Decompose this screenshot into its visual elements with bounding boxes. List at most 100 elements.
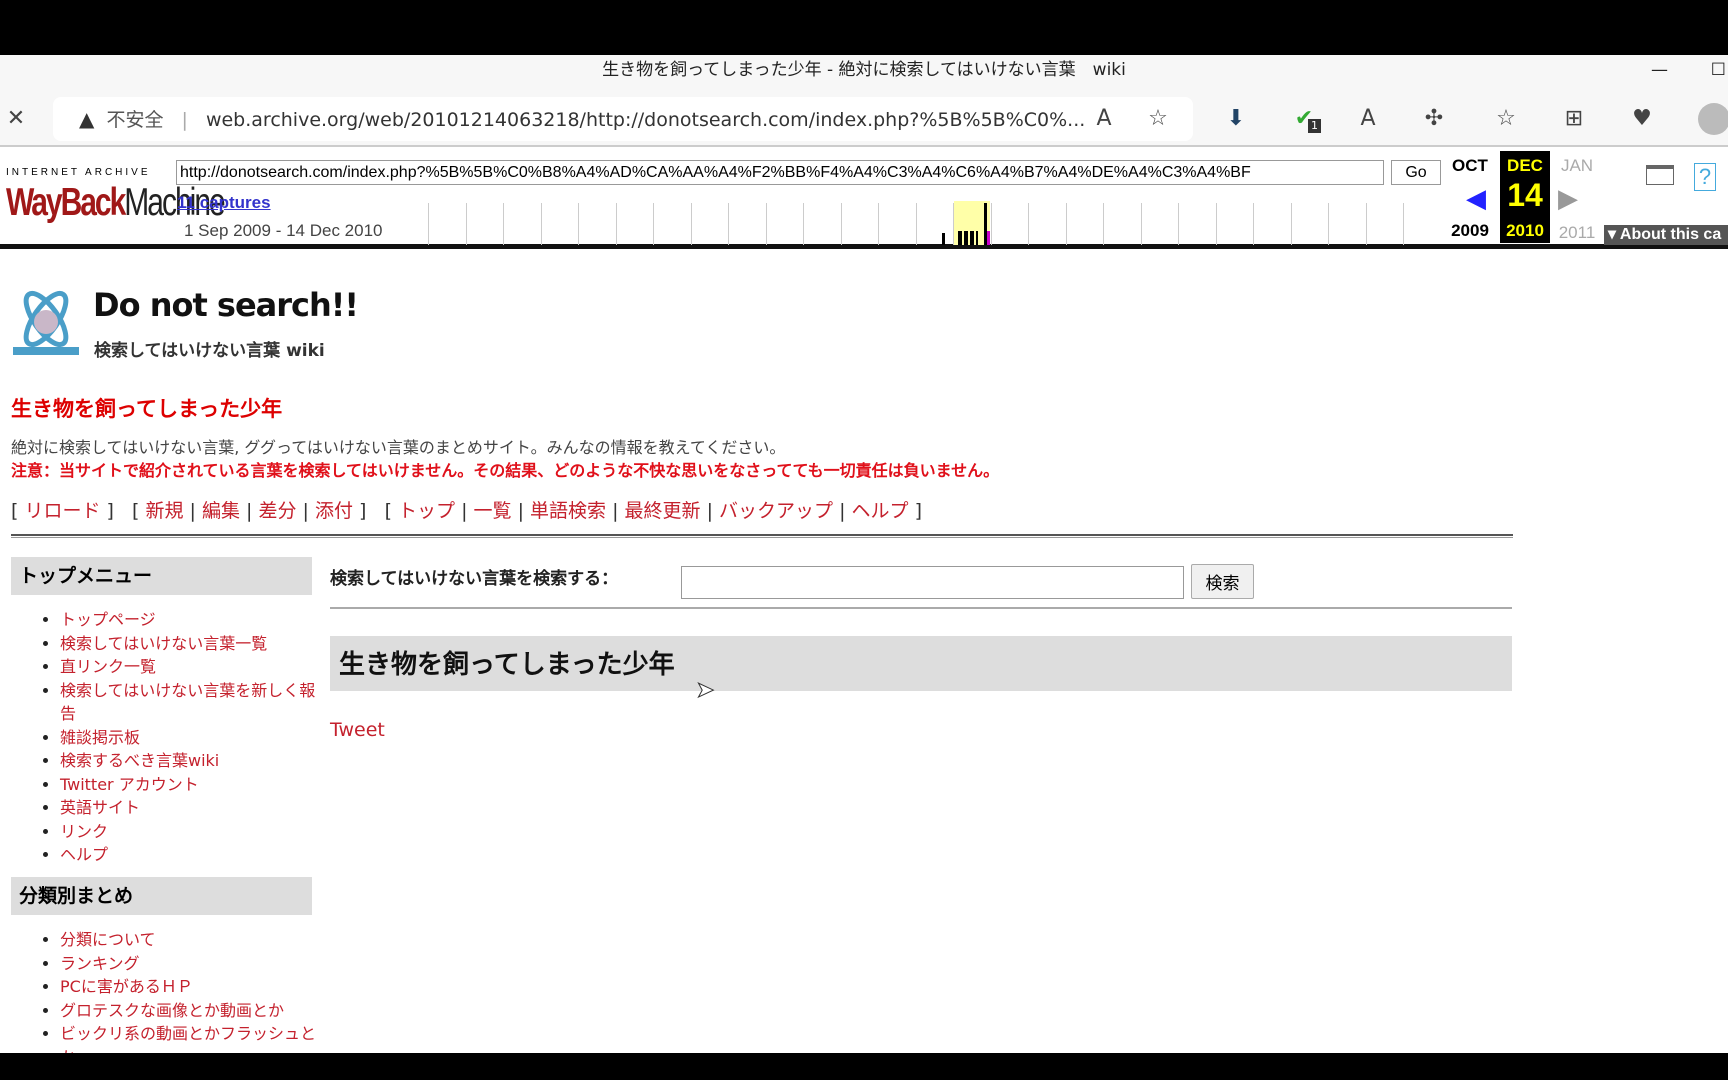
sidebar-item[interactable]: ヘルプ <box>60 843 318 867</box>
sidebar-item[interactable]: 検索してはいけない言葉一覧 <box>60 632 318 656</box>
address-bar[interactable]: ▲ 不安全 | web.archive.org/web/201012140632… <box>53 97 1193 141</box>
security-label: 不安全 <box>106 109 164 131</box>
screenshot-icon[interactable] <box>1646 165 1674 185</box>
next-arrow-icon: ▶ <box>1558 183 1578 213</box>
close-icon[interactable]: ✕ <box>0 103 32 135</box>
captures-link[interactable]: 11 captures <box>177 193 271 213</box>
sidebar-category-heading: 分類別まとめ <box>11 877 312 915</box>
sidebar-link[interactable]: Twitter アカウント <box>60 775 199 794</box>
nav-list[interactable]: 一覧 <box>474 500 512 522</box>
sidebar-item[interactable]: ビックリ系の動画とかフラッシュとか <box>60 1022 318 1053</box>
sidebar-link[interactable]: 検索するべき言葉wiki <box>60 751 219 770</box>
sidebar-item[interactable]: 検索してはいけない言葉を新しく報告 <box>60 679 318 726</box>
sidebar-item[interactable]: 英語サイト <box>60 796 318 820</box>
nav-reload[interactable]: リロード <box>24 500 100 522</box>
translate-icon[interactable]: A <box>1352 103 1384 135</box>
sidebar-link[interactable]: PCに害があるＨＰ <box>60 977 193 996</box>
sparkline-gridline <box>915 203 917 245</box>
wayback-url-input[interactable]: http://donotsearch.com/index.php?%5B%5B%… <box>176 160 1384 185</box>
page-title[interactable]: 生き物を飼ってしまった少年 <box>11 393 282 423</box>
sidebar-item[interactable]: 直リンク一覧 <box>60 655 318 679</box>
site-warning: 注意：当サイトで紹介されている言葉を検索してはいけません。その結果、どのような不… <box>11 461 1000 480</box>
sparkline-gridline <box>728 203 729 245</box>
sparkline-gridline <box>1365 203 1367 245</box>
sparkline-gridline <box>1028 203 1029 245</box>
sidebar-link[interactable]: 分類について <box>60 930 156 949</box>
sidebar-item[interactable]: Twitter アカウント <box>60 773 318 797</box>
read-aloud-icon[interactable]: A <box>1088 103 1120 135</box>
tweet-link[interactable]: Tweet <box>330 719 385 741</box>
collections-icon[interactable]: ⊞ <box>1558 103 1590 135</box>
next-month: JAN <box>1560 156 1594 175</box>
profile-icon[interactable] <box>1698 103 1728 135</box>
prev-year[interactable]: 2009 <box>1448 221 1492 241</box>
page-nav: [ リロード ] [ 新規 | 編集 | 差分 | 添付 ] [ トップ | 一… <box>11 500 923 522</box>
sparkline-gridline <box>1140 203 1142 245</box>
help-icon[interactable]: ? <box>1694 163 1716 191</box>
minimize-button[interactable]: — <box>1651 55 1668 85</box>
health-icon[interactable]: ♥ <box>1626 103 1658 135</box>
sparkline-gridline <box>1290 203 1292 245</box>
about-capture-button[interactable]: ▾ About this ca <box>1604 225 1728 245</box>
sparkline-gridline <box>653 203 654 245</box>
sparkline-gridline <box>503 203 504 245</box>
prev-month[interactable]: OCT <box>1448 156 1492 176</box>
shield-extension-icon[interactable]: ✔ 1 <box>1288 103 1321 135</box>
window-title: 生き物を飼ってしまった少年 - 絶対に検索してはいけない言葉 wiki <box>602 60 1126 80</box>
nav-attach[interactable]: 添付 <box>315 500 353 522</box>
sidebar-link[interactable]: 検索してはいけない言葉を新しく報告 <box>60 681 315 724</box>
content-heading: 生き物を飼ってしまった少年 <box>330 636 1512 691</box>
go-button[interactable]: Go <box>1391 160 1441 185</box>
sidebar-link[interactable]: トップページ <box>60 610 156 629</box>
search-button[interactable]: 検索 <box>1191 564 1254 599</box>
sidebar-link[interactable]: ランキング <box>60 954 140 973</box>
sparkline-gridline <box>840 203 842 245</box>
nav-help[interactable]: ヘルプ <box>852 500 909 522</box>
sidebar-link[interactable]: 英語サイト <box>60 798 140 817</box>
extensions-icon[interactable]: ✣ <box>1418 103 1450 135</box>
sparkline-gridline <box>578 203 579 245</box>
add-favorite-icon[interactable]: ☆ <box>1142 103 1174 135</box>
sidebar-link[interactable]: グロテスクな画像とか動画とか <box>60 1001 284 1020</box>
nav-new[interactable]: 新規 <box>146 500 184 522</box>
sidebar-item[interactable]: 分類について <box>60 928 318 952</box>
nav-diff[interactable]: 差分 <box>259 500 297 522</box>
sparkline-gridline <box>1103 203 1104 245</box>
sidebar-category-list: 分類についてランキング PCに害があるＨＰ グロテスクな画像とか動画とかビックリ系の… <box>38 928 318 1053</box>
sidebar-item[interactable]: ランキング <box>60 952 318 976</box>
sidebar-item[interactable]: 検索するべき言葉wiki <box>60 749 318 773</box>
sidebar-link[interactable]: ビックリ系の動画とかフラッシュとか <box>60 1024 316 1053</box>
sidebar-link[interactable]: 雑談掲示板 <box>60 728 140 747</box>
wayback-toolbar: INTERNET ARCHIVE WayBackMachine http://d… <box>0 151 1728 249</box>
sparkline-gridline <box>1253 203 1254 245</box>
maximize-button[interactable]: ☐ <box>1711 55 1726 85</box>
sparkline-gridline <box>878 203 879 245</box>
sidebar-link[interactable]: ヘルプ <box>60 845 108 864</box>
favorites-icon[interactable]: ☆ <box>1490 103 1522 135</box>
sidebar-item[interactable]: 雑談掲示板 <box>60 726 318 750</box>
sidebar-link[interactable]: リンク <box>60 822 108 841</box>
nav-backup[interactable]: バックアップ <box>719 500 833 522</box>
sidebar-item[interactable]: グロテスクな画像とか動画とか <box>60 999 318 1023</box>
mouse-cursor-icon: ➤ <box>695 678 715 704</box>
sidebar-link[interactable]: 直リンク一覧 <box>60 657 156 676</box>
nav-recent[interactable]: 最終更新 <box>625 500 701 522</box>
nav-edit[interactable]: 編集 <box>202 500 240 522</box>
warning-icon[interactable]: ▲ <box>79 107 94 131</box>
search-input[interactable] <box>681 566 1184 599</box>
sparkline-gridline <box>615 203 617 245</box>
sparkline-gridline <box>990 203 992 245</box>
nav-top[interactable]: トップ <box>398 500 455 522</box>
prev-arrow-icon[interactable]: ◀ <box>1466 183 1486 214</box>
window-titlebar: 生き物を飼ってしまった少年 - 絶対に検索してはいけない言葉 wiki — ☐ <box>0 55 1728 93</box>
site-logo-subtitle: 検索してはいけない言葉 wiki <box>94 341 325 361</box>
nav-search[interactable]: 単語検索 <box>530 500 606 522</box>
download-extension-icon[interactable]: ⬇ <box>1220 103 1252 135</box>
sidebar-link[interactable]: 検索してはいけない言葉一覧 <box>60 634 267 653</box>
pukiwiki-logo[interactable] <box>11 287 81 357</box>
current-month: DEC <box>1507 156 1543 175</box>
sidebar-item[interactable]: PCに害があるＨＰ <box>60 975 318 999</box>
sidebar-item[interactable]: リンク <box>60 820 318 844</box>
sparkline-gridline <box>1215 203 1217 245</box>
sidebar-item[interactable]: トップページ <box>60 608 318 632</box>
